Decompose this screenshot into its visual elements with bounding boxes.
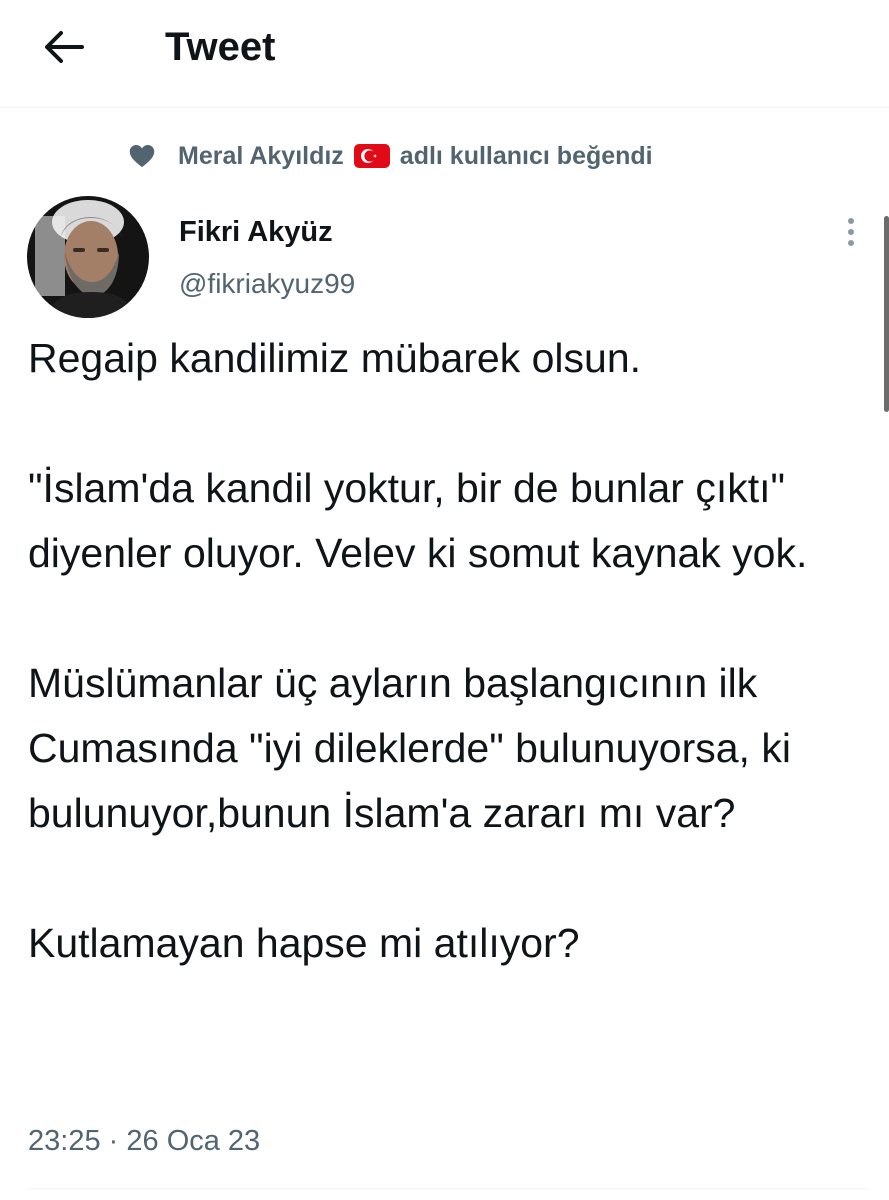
page-title: Tweet — [165, 25, 276, 69]
tweet-paragraph: Regaip kandilimiz mübarek olsun. — [28, 335, 642, 381]
divider — [28, 1188, 868, 1189]
tweet-date[interactable]: 26 Oca 23 — [126, 1125, 260, 1157]
tweet-time[interactable]: 23:25 — [28, 1125, 101, 1157]
heart-icon — [129, 145, 155, 168]
tweet-paragraph: Müslümanlar üç ayların başlangıcının ilk… — [28, 660, 791, 836]
liked-by-suffix: adlı kullanıcı beğendi — [399, 141, 653, 170]
tweet-text: Regaip kandilimiz mübarek olsun. "İslam'… — [28, 326, 868, 976]
tweet-paragraph: Kutlamayan hapse mi atılıyor? — [28, 920, 580, 966]
author-name[interactable]: Fikri Akyüz — [179, 212, 333, 252]
tweet-timestamp: 23:25 · 26 Oca 23 — [28, 1120, 260, 1162]
avatar[interactable] — [27, 196, 149, 318]
back-button[interactable] — [28, 18, 100, 76]
top-bar: Tweet — [0, 0, 889, 108]
turkey-flag-emoji — [353, 144, 390, 168]
more-options-button[interactable] — [834, 212, 868, 252]
arrow-left-icon — [45, 31, 84, 63]
more-vertical-icon — [848, 218, 854, 246]
liker-name-link[interactable]: Meral Akyıldız — [178, 142, 344, 171]
author-handle[interactable]: @fikriakyuz99 — [179, 264, 355, 304]
liked-by-context: Meral Akyıldız adlı kullanıcı beğendi — [128, 136, 653, 176]
tweet-paragraph: "İslam'da kandil yoktur, bir de bunlar ç… — [28, 465, 808, 576]
meta-separator: · — [108, 1125, 119, 1157]
scrollbar-thumb[interactable] — [884, 216, 889, 412]
